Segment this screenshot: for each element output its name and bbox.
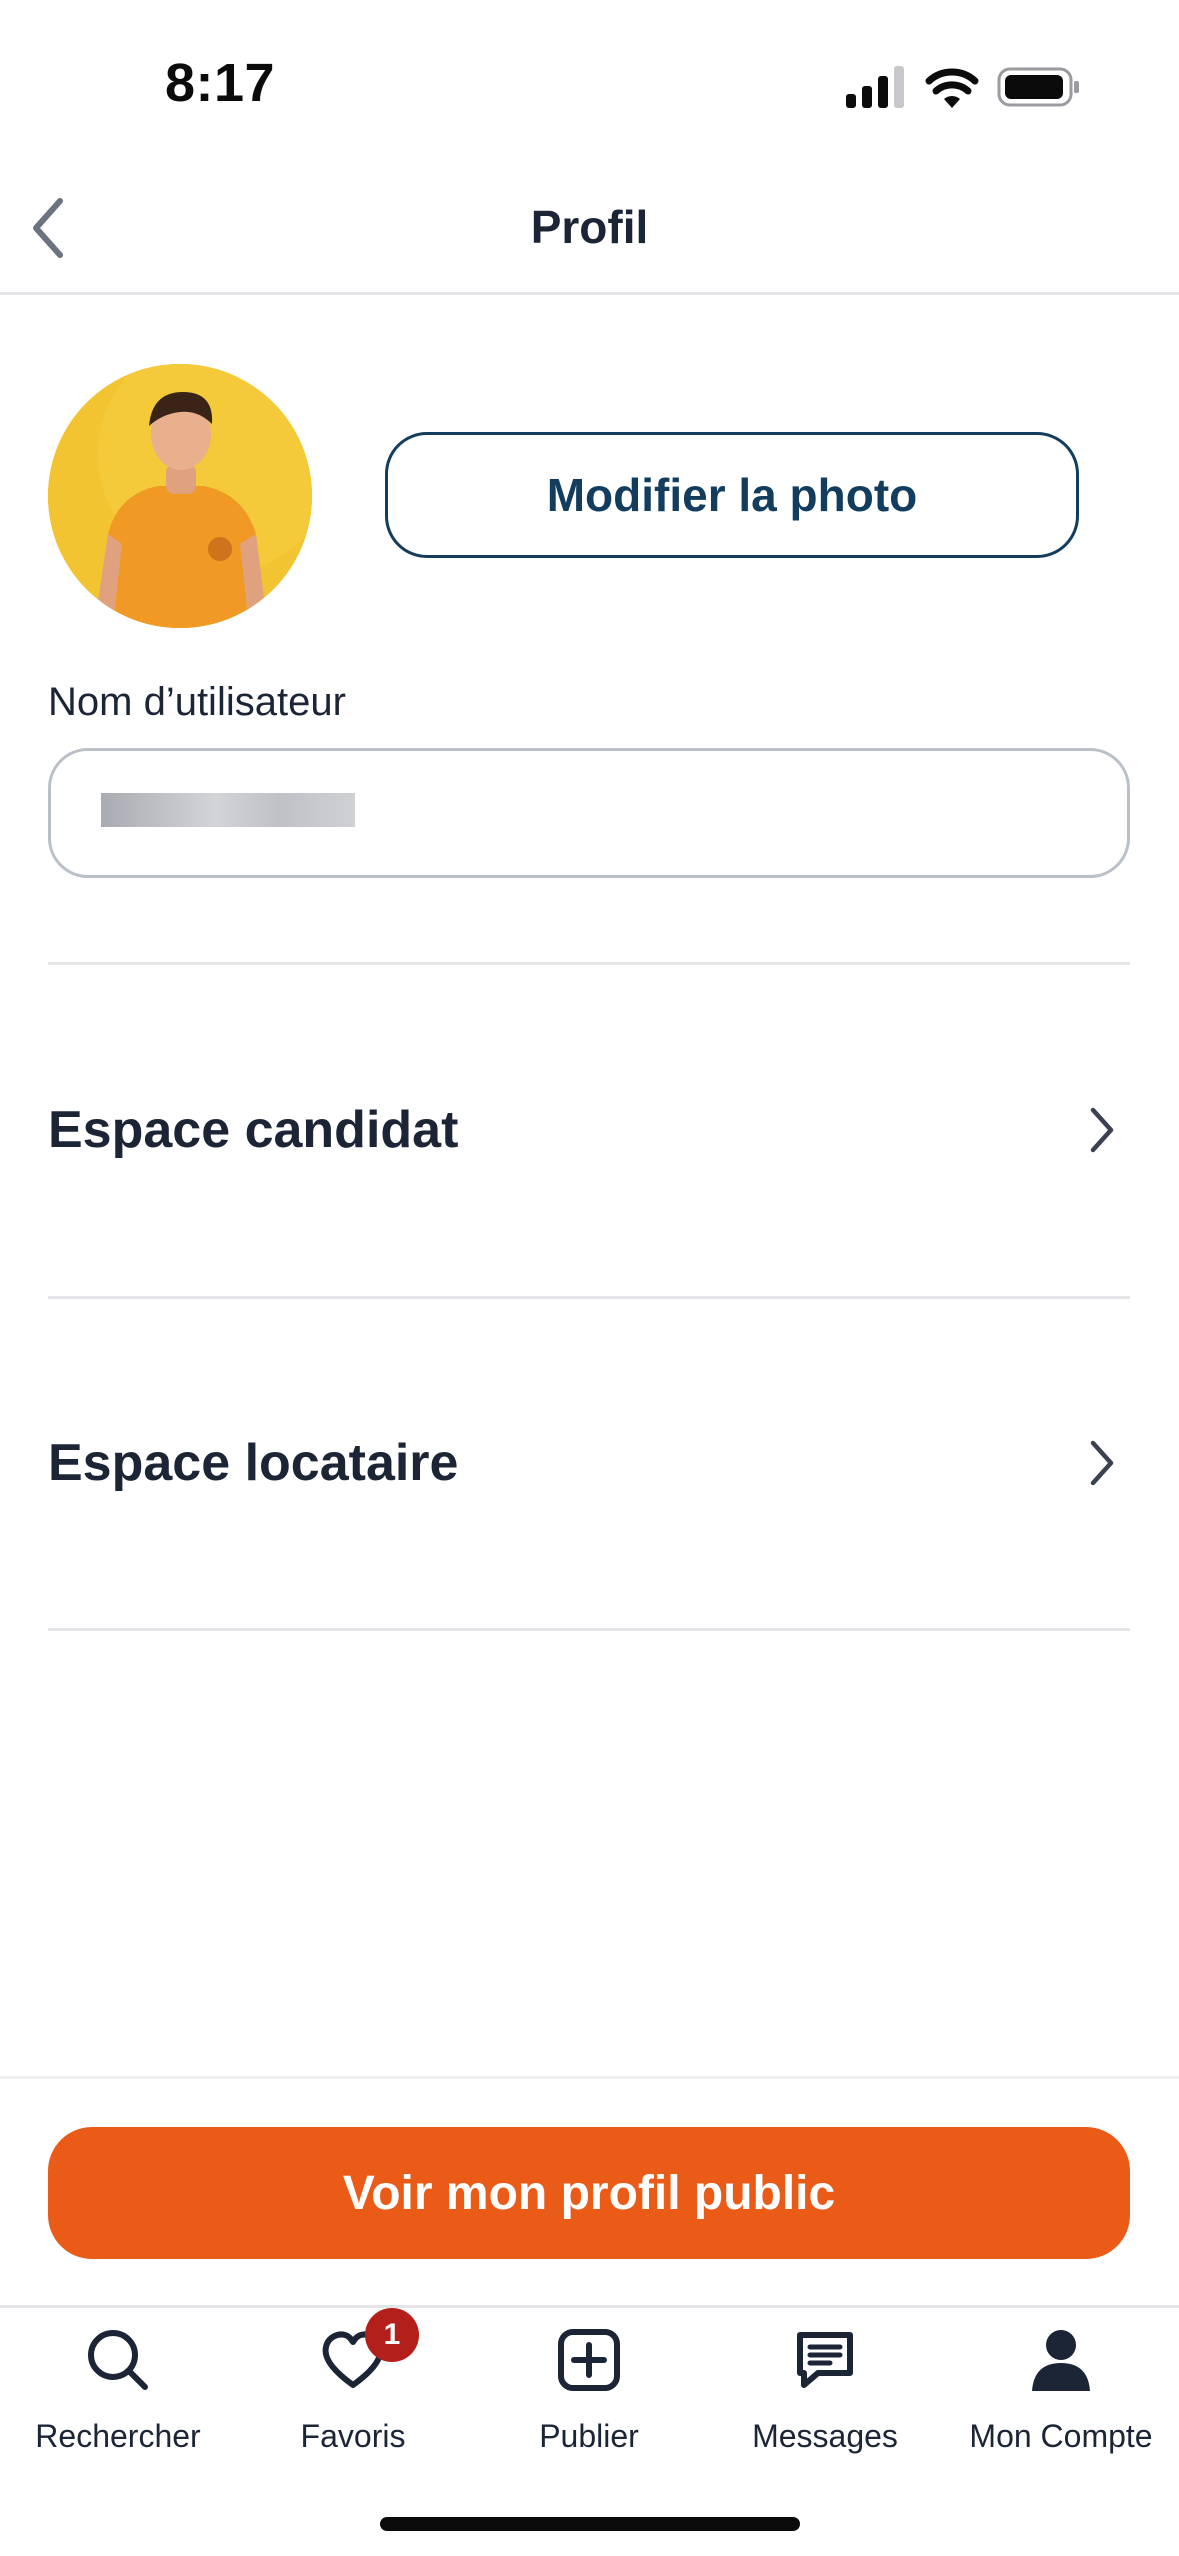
tabbar-divider [0, 2305, 1179, 2308]
home-indicator [380, 2517, 800, 2531]
message-icon [785, 2320, 865, 2400]
tab-publier[interactable]: Publier [471, 2320, 707, 2460]
header-divider [0, 292, 1179, 295]
tab-rechercher[interactable]: Rechercher [0, 2320, 236, 2460]
avatar[interactable] [48, 364, 312, 628]
chevron-right-icon [1082, 1100, 1122, 1160]
user-icon [1021, 2320, 1101, 2400]
favorites-badge: 1 [365, 2308, 419, 2362]
tab-mon-compte[interactable]: Mon Compte [943, 2320, 1179, 2460]
avatar-photo [48, 364, 312, 628]
tab-label: Rechercher [35, 2418, 201, 2454]
change-photo-button[interactable]: Modifier la photo [385, 432, 1079, 558]
tab-messages[interactable]: Messages [707, 2320, 943, 2460]
battery-icon [997, 67, 1079, 107]
username-input[interactable] [48, 748, 1130, 878]
divider [48, 1296, 1130, 1299]
menu-item-espace-locataire[interactable]: Espace locataire [48, 1363, 1130, 1563]
chevron-right-icon [1082, 1433, 1122, 1493]
wifi-icon [925, 68, 979, 108]
heart-icon: 1 [313, 2308, 419, 2400]
menu-item-espace-candidat[interactable]: Espace candidat [48, 1030, 1130, 1230]
search-icon [78, 2320, 158, 2400]
signal-icon [846, 66, 1079, 108]
status-icons [840, 62, 1080, 112]
menu-item-label: Espace candidat [48, 1101, 459, 1159]
tab-label: Messages [752, 2418, 898, 2454]
tab-label: Mon Compte [969, 2418, 1153, 2454]
plus-square-icon [549, 2320, 629, 2400]
username-redacted-value [101, 793, 355, 827]
cta-divider [0, 2076, 1179, 2079]
tab-favoris[interactable]: 1 Favoris [235, 2308, 471, 2460]
status-time: 8:17 [165, 53, 276, 113]
divider [48, 1628, 1130, 1631]
page-title: Profil [530, 201, 649, 253]
tab-label: Favoris [300, 2418, 406, 2454]
divider [48, 962, 1130, 965]
tab-label: Publier [539, 2418, 639, 2454]
menu-item-label: Espace locataire [48, 1434, 459, 1492]
username-label: Nom d’utilisateur [48, 680, 346, 724]
view-public-profile-button[interactable]: Voir mon profil public [48, 2127, 1130, 2259]
